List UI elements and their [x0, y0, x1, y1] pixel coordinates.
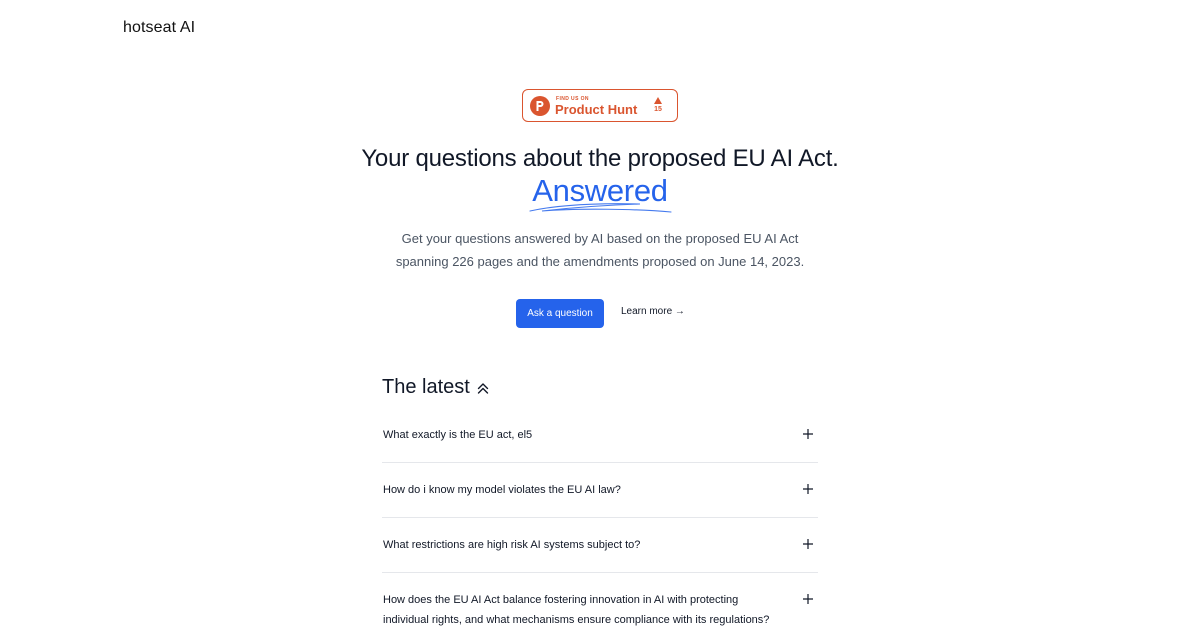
hero-description: Get your questions answered by AI based …: [0, 227, 1200, 273]
upvote-arrow-icon: [654, 97, 662, 104]
faq-question: What restrictions are high risk AI syste…: [383, 539, 641, 551]
plus-icon[interactable]: [802, 538, 814, 550]
faq-question: How do i know my model violates the EU A…: [383, 484, 621, 496]
ask-question-button[interactable]: Ask a question: [516, 299, 604, 328]
underline-squiggle-icon: [529, 203, 672, 213]
learn-more-link[interactable]: Learn more →: [621, 306, 685, 317]
plus-icon[interactable]: [802, 593, 814, 605]
plus-icon[interactable]: [802, 483, 814, 495]
chevrons-up-icon: [477, 382, 489, 394]
page: hotseat AI FIND US ON Product Hunt 15 Yo…: [0, 0, 1200, 626]
faq-question: What exactly is the EU act, el5: [383, 429, 533, 441]
faq-item[interactable]: How do i know my model violates the EU A…: [382, 463, 818, 518]
upvote-count: 15: [654, 106, 662, 113]
hero-description-line-2: spanning 226 pages and the amendments pr…: [395, 254, 805, 269]
product-hunt-logo-icon: [530, 96, 550, 116]
product-hunt-votes: 15: [651, 95, 665, 113]
faq-list: What exactly is the EU act, el5 How do i…: [382, 408, 818, 626]
faq-item[interactable]: What restrictions are high risk AI syste…: [382, 518, 818, 573]
hero-title: Your questions about the proposed EU AI …: [361, 145, 839, 172]
faq-question: How does the EU AI Act balance fostering…: [383, 594, 770, 626]
product-hunt-badge[interactable]: FIND US ON Product Hunt 15: [522, 89, 678, 122]
brand-link[interactable]: hotseat AI: [123, 19, 195, 37]
latest-section-title: The latest: [382, 376, 490, 399]
faq-item[interactable]: How does the EU AI Act balance fostering…: [382, 573, 818, 626]
product-hunt-name: Product Hunt: [555, 102, 638, 117]
plus-icon[interactable]: [802, 428, 814, 440]
latest-title-text: The latest: [382, 376, 470, 398]
hero-description-line-1: Get your questions answered by AI based …: [401, 231, 799, 246]
faq-item[interactable]: What exactly is the EU act, el5: [382, 408, 818, 463]
